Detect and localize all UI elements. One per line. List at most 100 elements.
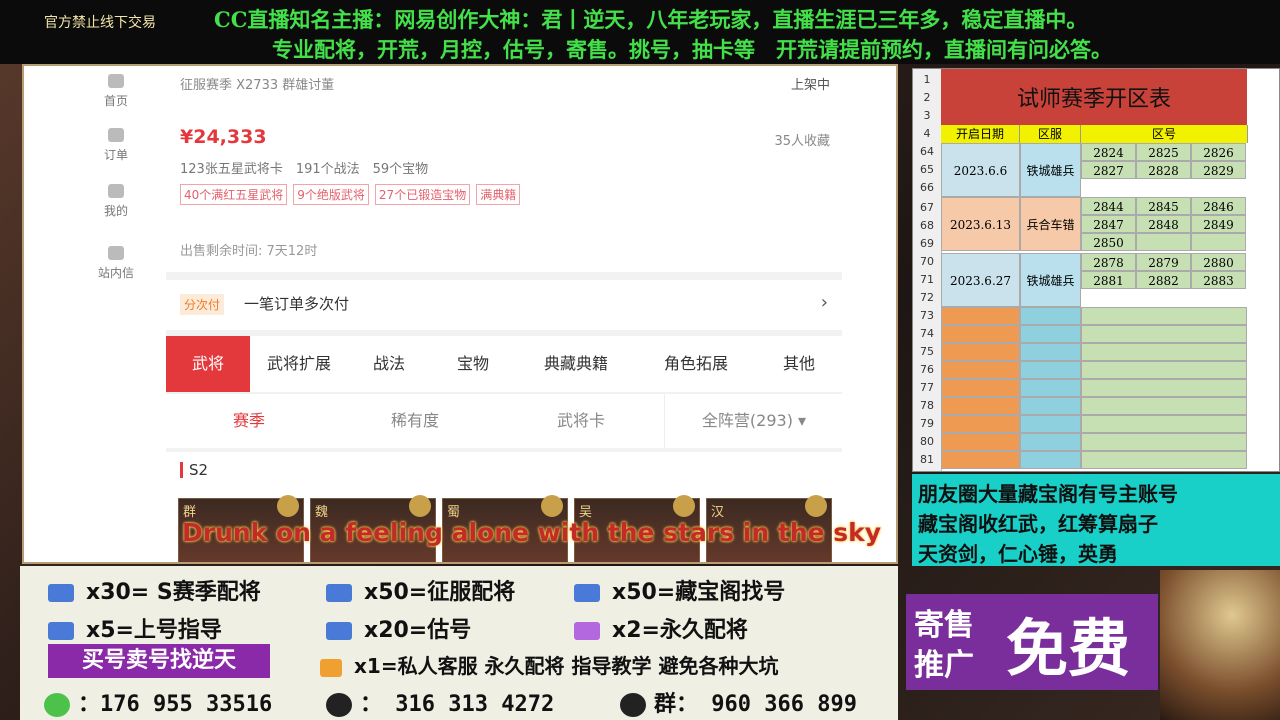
consign-free: 免费 xyxy=(1006,612,1131,685)
tab-general-extension[interactable]: 武将扩展 xyxy=(254,336,344,392)
tab-treasures[interactable]: 宝物 xyxy=(436,336,510,392)
server-cell[interactable]: 铁城雄兵 xyxy=(1020,143,1081,197)
server-cell[interactable] xyxy=(1020,397,1081,415)
service-item: x50=藏宝阁找号 xyxy=(574,574,785,606)
ticket-icon xyxy=(48,622,74,640)
zone-cell[interactable]: 2882 xyxy=(1136,271,1191,289)
row-number: 69 xyxy=(920,237,934,250)
listing-subtitle: 征服赛季 X2733 群雄讨董 xyxy=(180,78,335,93)
row-number: 78 xyxy=(920,399,934,412)
zone-cell[interactable]: 2829 xyxy=(1191,161,1246,179)
date-cell[interactable] xyxy=(941,361,1020,379)
zone-cell[interactable]: 2844 xyxy=(1081,197,1136,215)
zone-cell[interactable] xyxy=(1136,233,1191,251)
favorite-count[interactable]: 35人收藏 xyxy=(774,130,830,149)
filter-faction-dropdown[interactable]: 全阵营(293) ▾ xyxy=(664,394,843,448)
zone-cell[interactable]: 2846 xyxy=(1191,197,1246,215)
server-schedule-sheet: 1 2 3 4 64 65 66 67 68 69 70 71 72 73 74 75 76 77 78 79 80 81… xyxy=(912,68,1280,472)
zone-cell[interactable]: 2828 xyxy=(1136,161,1191,179)
date-cell[interactable] xyxy=(941,343,1020,361)
server-cell[interactable]: 铁城雄兵 xyxy=(1020,253,1081,307)
zone-cell[interactable] xyxy=(1081,379,1247,397)
zone-cell[interactable] xyxy=(1191,233,1246,251)
nav-mine-label: 我的 xyxy=(103,204,128,218)
zone-cell[interactable] xyxy=(1081,415,1247,433)
zone-cell[interactable]: 2880 xyxy=(1191,253,1246,271)
zone-cell[interactable] xyxy=(1081,433,1247,451)
filter-general-card[interactable]: 武将卡 xyxy=(498,394,664,448)
date-cell[interactable] xyxy=(941,379,1020,397)
nav-home-label: 首页 xyxy=(103,94,128,108)
zone-cell[interactable]: 2883 xyxy=(1191,271,1246,289)
date-cell[interactable] xyxy=(941,415,1020,433)
server-cell[interactable] xyxy=(1020,325,1081,343)
zone-cell[interactable]: 2826 xyxy=(1191,143,1246,161)
zone-cell[interactable]: 2879 xyxy=(1136,253,1191,271)
qq-number: ： 316 313 4272 xyxy=(360,692,555,717)
tab-other[interactable]: 其他 xyxy=(766,336,832,392)
server-cell[interactable] xyxy=(1020,379,1081,397)
date-cell[interactable]: 2023.6.6 xyxy=(941,143,1020,197)
zone-cell[interactable]: 2878 xyxy=(1081,253,1136,271)
filter-rarity[interactable]: 稀有度 xyxy=(332,394,498,448)
service-item: x1=私人客服 永久配将 指导教学 避免各种大坑 xyxy=(320,650,778,679)
tab-collection-books[interactable]: 典藏典籍 xyxy=(526,336,626,392)
ticker-line-1: CC直播知名主播：网易创作大神：君丨逆天，八年老玩家，直播生涯已三年多，稳定直播… xyxy=(214,7,1088,32)
date-cell[interactable] xyxy=(941,397,1020,415)
nav-orders-label: 订单 xyxy=(103,148,128,162)
row-number: 80 xyxy=(920,435,934,448)
date-cell[interactable] xyxy=(941,433,1020,451)
zone-cell[interactable]: 2850 xyxy=(1081,233,1136,251)
zone-cell[interactable] xyxy=(1081,361,1247,379)
date-cell[interactable] xyxy=(941,451,1020,469)
listing-card: 征服赛季 X2733 群雄讨董 上架中 ¥24,333 35人收藏 123张五星… xyxy=(166,66,842,272)
tab-tactics[interactable]: 战法 xyxy=(352,336,426,392)
consign-banner: 寄售 推广 免费 xyxy=(906,594,1158,690)
server-cell[interactable]: 兵合车错 xyxy=(1020,197,1081,251)
ticker-tag: 官方禁止线下交易 xyxy=(44,15,156,31)
tab-generals[interactable]: 武将 xyxy=(166,336,250,392)
zone-cell[interactable] xyxy=(1081,325,1247,343)
zone-cell[interactable]: 2847 xyxy=(1081,215,1136,233)
nav-home[interactable]: 首页 xyxy=(88,74,144,109)
zone-cell[interactable] xyxy=(1081,343,1247,361)
server-cell[interactable] xyxy=(1020,451,1081,469)
installment-row[interactable]: 分次付 一笔订单多次付 › xyxy=(166,280,842,330)
filter-season[interactable]: 赛季 xyxy=(166,394,332,448)
zone-cell[interactable]: 2845 xyxy=(1136,197,1191,215)
server-cell[interactable] xyxy=(1020,343,1081,361)
date-cell[interactable] xyxy=(941,325,1020,343)
rank-badge-icon xyxy=(277,495,299,517)
service-text: x20=估号 xyxy=(364,618,472,643)
server-cell[interactable] xyxy=(1020,361,1081,379)
date-cell[interactable]: 2023.6.27 xyxy=(941,253,1020,307)
listing-content: 征服赛季 X2733 群雄讨董 上架中 ¥24,333 35人收藏 123张五星… xyxy=(166,66,842,562)
nav-orders[interactable]: 订单 xyxy=(88,128,144,163)
sheet-title: 试师赛季开区表 xyxy=(941,69,1247,125)
listing-browser-window: 首页 订单 我的 站内信 征服赛季 X2733 群雄讨董 上架中 ¥24,333… xyxy=(22,64,898,564)
zone-cell[interactable]: 2881 xyxy=(1081,271,1136,289)
tab-role-extension[interactable]: 角色拓展 xyxy=(644,336,748,392)
service-text: x5=上号指导 xyxy=(86,618,222,643)
nav-mine[interactable]: 我的 xyxy=(88,184,144,219)
zone-cell[interactable]: 2848 xyxy=(1136,215,1191,233)
zone-cell[interactable] xyxy=(1081,397,1247,415)
zone-cell[interactable]: 2827 xyxy=(1081,161,1136,179)
ticket-icon xyxy=(48,584,74,602)
date-cell[interactable] xyxy=(941,307,1020,325)
zone-cell[interactable]: 2824 xyxy=(1081,143,1136,161)
nav-messages[interactable]: 站内信 xyxy=(88,246,144,281)
zone-cell[interactable] xyxy=(1081,451,1247,469)
zone-cell[interactable]: 2825 xyxy=(1136,143,1191,161)
group-number: 群： 960 366 899 xyxy=(654,692,857,717)
zone-cell[interactable]: 2849 xyxy=(1191,215,1246,233)
server-cell[interactable] xyxy=(1020,307,1081,325)
row-number: 68 xyxy=(920,219,934,232)
row-number: 2 xyxy=(923,91,931,104)
listing-tag: 40个满红五星武将 xyxy=(180,184,288,205)
rocket-icon xyxy=(320,658,342,677)
date-cell[interactable]: 2023.6.13 xyxy=(941,197,1020,251)
server-cell[interactable] xyxy=(1020,433,1081,451)
zone-cell[interactable] xyxy=(1081,307,1247,325)
server-cell[interactable] xyxy=(1020,415,1081,433)
